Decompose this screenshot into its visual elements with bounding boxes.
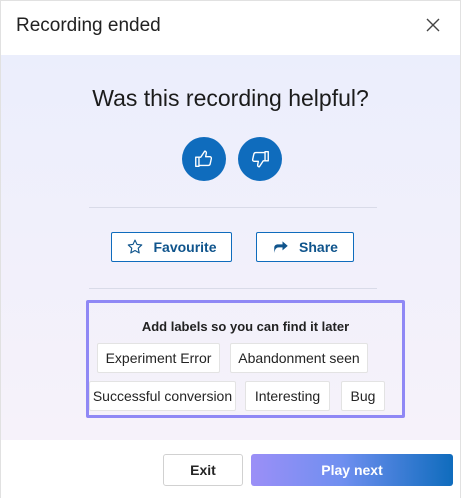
label-chip[interactable]: Abandonment seen [230,343,368,373]
share-button[interactable]: Share [256,232,354,262]
dialog-header: Recording ended [1,1,460,55]
thumbs-down-icon [251,150,269,168]
close-icon [426,18,440,32]
label-chip[interactable]: Experiment Error [97,343,220,373]
recording-ended-dialog: Recording ended Was this recording helpf… [0,0,461,499]
dialog-title: Recording ended [16,15,161,36]
thumbs-down-button[interactable] [238,137,282,181]
share-label: Share [299,239,338,255]
share-icon [274,241,288,253]
label-chip[interactable]: Interesting [245,381,330,411]
dialog-footer: Exit Play next [1,440,460,499]
star-icon [128,239,143,254]
labels-section: Add labels so you can find it later Expe… [86,300,405,418]
divider [89,288,377,289]
dialog-body: Was this recording helpful? Favourite Sh… [1,55,460,440]
thumbs-up-button[interactable] [182,137,226,181]
divider [89,207,377,208]
label-chip[interactable]: Successful conversion [89,381,236,411]
labels-heading: Add labels so you can find it later [141,319,350,334]
play-next-button[interactable]: Play next [251,454,453,486]
feedback-question: Was this recording helpful? [92,85,369,111]
favourite-button[interactable]: Favourite [111,232,232,262]
close-button[interactable] [422,14,444,36]
favourite-label: Favourite [153,239,217,255]
thumbs-up-icon [195,150,213,168]
label-chip[interactable]: Bug [341,381,385,411]
exit-button[interactable]: Exit [163,454,243,486]
